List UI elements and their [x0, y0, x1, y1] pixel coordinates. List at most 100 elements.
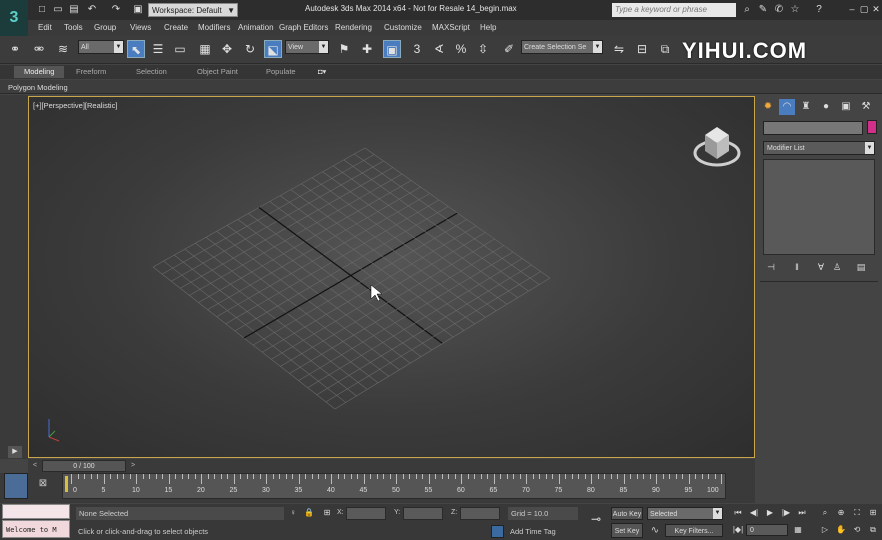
selection-filter-dropdown[interactable]: All ▼	[78, 40, 124, 54]
snaps-toggle-icon[interactable]: 3	[408, 40, 426, 58]
selection-lock-icon[interactable]: 🔒	[303, 507, 315, 519]
y-coordinate-field[interactable]	[403, 507, 443, 520]
motion-tab-icon[interactable]: ●	[818, 99, 834, 115]
menu-rendering[interactable]: Rendering	[335, 23, 372, 32]
viewport-label[interactable]: [+][Perspective][Realistic]	[33, 101, 117, 110]
expand-ribbon-arrow-icon[interactable]: ▶	[8, 446, 22, 458]
restore-button[interactable]: ▢	[858, 3, 870, 15]
help-icon[interactable]: ?	[812, 3, 826, 17]
absolute-mode-transform-icon[interactable]: ⊞	[321, 507, 333, 519]
maxscript-listener-top[interactable]	[2, 504, 70, 519]
modify-tab-icon[interactable]: ◠	[779, 99, 795, 115]
previous-key-icon[interactable]: ◀|	[747, 507, 761, 519]
menu-views[interactable]: Views	[130, 23, 151, 32]
menu-graph-editors[interactable]: Graph Editors	[279, 23, 328, 32]
key-filters-button[interactable]: Key Filters...	[665, 524, 723, 537]
undo-icon[interactable]: ↶	[86, 4, 98, 16]
subscription-icon[interactable]: ✎	[756, 3, 770, 17]
rotate-icon[interactable]: ↻	[241, 40, 259, 58]
menu-tools[interactable]: Tools	[64, 23, 83, 32]
object-color-swatch[interactable]	[867, 120, 877, 134]
menu-animation[interactable]: Animation	[238, 23, 274, 32]
maxscript-mini-listener[interactable]: Welcome to M	[2, 520, 70, 538]
select-object-icon[interactable]: ⬉	[127, 40, 145, 58]
go-to-start-icon[interactable]: ⏮	[731, 507, 745, 519]
layer-manager-icon[interactable]: ⧉	[656, 40, 674, 58]
field-of-view-icon[interactable]: ▷	[818, 524, 832, 536]
z-coordinate-field[interactable]	[460, 507, 500, 520]
time-slider[interactable]: < 0 / 100 >	[28, 459, 755, 473]
utilities-tab-icon[interactable]: ⚒	[858, 99, 874, 115]
mirror-icon[interactable]: ⇋	[610, 40, 628, 58]
filter-icon[interactable]: ⊠	[36, 477, 50, 491]
move-icon[interactable]: ✥	[218, 40, 236, 58]
hierarchy-tab-icon[interactable]: ♜	[798, 99, 814, 115]
time-slider-thumb[interactable]: 0 / 100	[42, 460, 126, 472]
ribbon-options-icon[interactable]: ◘▾	[318, 67, 326, 76]
open-file-icon[interactable]: ▭	[52, 4, 64, 16]
tab-selection[interactable]: Selection	[136, 67, 167, 76]
rectangular-selection-icon[interactable]: ▭	[171, 40, 189, 58]
display-tab-icon[interactable]: ▣	[838, 99, 854, 115]
menu-help[interactable]: Help	[480, 23, 496, 32]
percent-snap-icon[interactable]: %	[452, 40, 470, 58]
menu-maxscript[interactable]: MAXScript	[432, 23, 470, 32]
show-end-result-icon[interactable]: ‖	[790, 261, 804, 273]
menu-edit[interactable]: Edit	[38, 23, 52, 32]
app-logo[interactable]: 3	[0, 0, 28, 36]
select-and-link-icon[interactable]: ⚭	[6, 40, 24, 58]
zoom-icon[interactable]: ⌕	[818, 507, 832, 519]
next-key-icon[interactable]: |▶	[779, 507, 793, 519]
isolate-selection-icon[interactable]: ♀	[287, 507, 299, 519]
modifier-list-dropdown[interactable]: Modifier List ▼	[763, 141, 875, 155]
tab-modeling[interactable]: Modeling	[14, 66, 65, 78]
menu-create[interactable]: Create	[164, 23, 188, 32]
frame-ruler[interactable]: 0 5 10 15 20 25 30 35 40 45 50 55 60 65 70 75 80 85 90 95 10…	[62, 473, 726, 499]
zoom-extents-icon[interactable]: ⛶	[850, 507, 864, 519]
project-folder-icon[interactable]: ▣	[132, 4, 144, 16]
named-selection-dropdown[interactable]: Create Selection Se ▼	[521, 40, 603, 54]
reference-coordinate-dropdown[interactable]: View ▼	[285, 40, 329, 54]
menu-modifiers[interactable]: Modifiers	[198, 23, 230, 32]
configure-modifier-sets-icon[interactable]: ▤	[854, 261, 868, 273]
time-tag-icon[interactable]	[491, 525, 504, 538]
new-file-icon[interactable]: □	[36, 4, 48, 16]
pin-stack-icon[interactable]: ⊣	[764, 261, 778, 273]
edit-named-selection-icon[interactable]: ✐	[500, 40, 518, 58]
play-icon[interactable]: ▶	[763, 507, 777, 519]
x-coordinate-field[interactable]	[346, 507, 386, 520]
bind-space-warp-icon[interactable]: ≋	[54, 40, 72, 58]
modifier-stack[interactable]	[763, 159, 875, 255]
time-configuration-icon[interactable]: ▦	[791, 524, 805, 536]
zoom-extents-all-icon[interactable]: ⊞	[866, 507, 880, 519]
select-manipulate-icon[interactable]: ✚	[358, 40, 376, 58]
menu-group[interactable]: Group	[94, 23, 116, 32]
scale-icon[interactable]: ⬕	[264, 40, 282, 58]
redo-icon[interactable]: ↷	[110, 4, 122, 16]
binoculars-icon[interactable]: ⌕	[740, 3, 754, 17]
set-key-button[interactable]: Set Key	[611, 523, 643, 538]
polygon-modeling-label[interactable]: Polygon Modeling	[8, 83, 68, 92]
pivot-center-icon[interactable]: ⚑	[335, 40, 353, 58]
tab-populate[interactable]: Populate	[266, 67, 296, 76]
perspective-viewport[interactable]: [+][Perspective][Realistic]	[28, 96, 755, 458]
viewcube-icon[interactable]	[693, 127, 741, 167]
close-button[interactable]: ✕	[870, 3, 882, 15]
previous-frame-icon[interactable]: <	[30, 461, 40, 471]
make-unique-icon[interactable]: ∀	[814, 261, 828, 273]
select-by-name-icon[interactable]: ☰	[149, 40, 167, 58]
add-time-tag[interactable]: Add Time Tag	[510, 527, 556, 536]
angle-snap-icon[interactable]: ∢	[430, 40, 448, 58]
align-icon[interactable]: ⊟	[633, 40, 651, 58]
tab-freeform[interactable]: Freeform	[76, 67, 106, 76]
mini-curve-editor-toggle[interactable]	[4, 473, 28, 499]
window-crossing-icon[interactable]: ▦	[196, 40, 214, 58]
spinner-snap-icon[interactable]: ⇳	[474, 40, 492, 58]
auto-key-button[interactable]: Auto Key	[611, 507, 643, 520]
minimize-button[interactable]: –	[846, 3, 858, 15]
remove-modifier-icon[interactable]: ♙	[830, 261, 844, 273]
communication-icon[interactable]: ✆	[772, 3, 786, 17]
unlink-icon[interactable]: ⚮	[30, 40, 48, 58]
keyboard-shortcut-override-icon[interactable]: ▣	[383, 40, 401, 58]
favorites-star-icon[interactable]: ☆	[788, 3, 802, 17]
